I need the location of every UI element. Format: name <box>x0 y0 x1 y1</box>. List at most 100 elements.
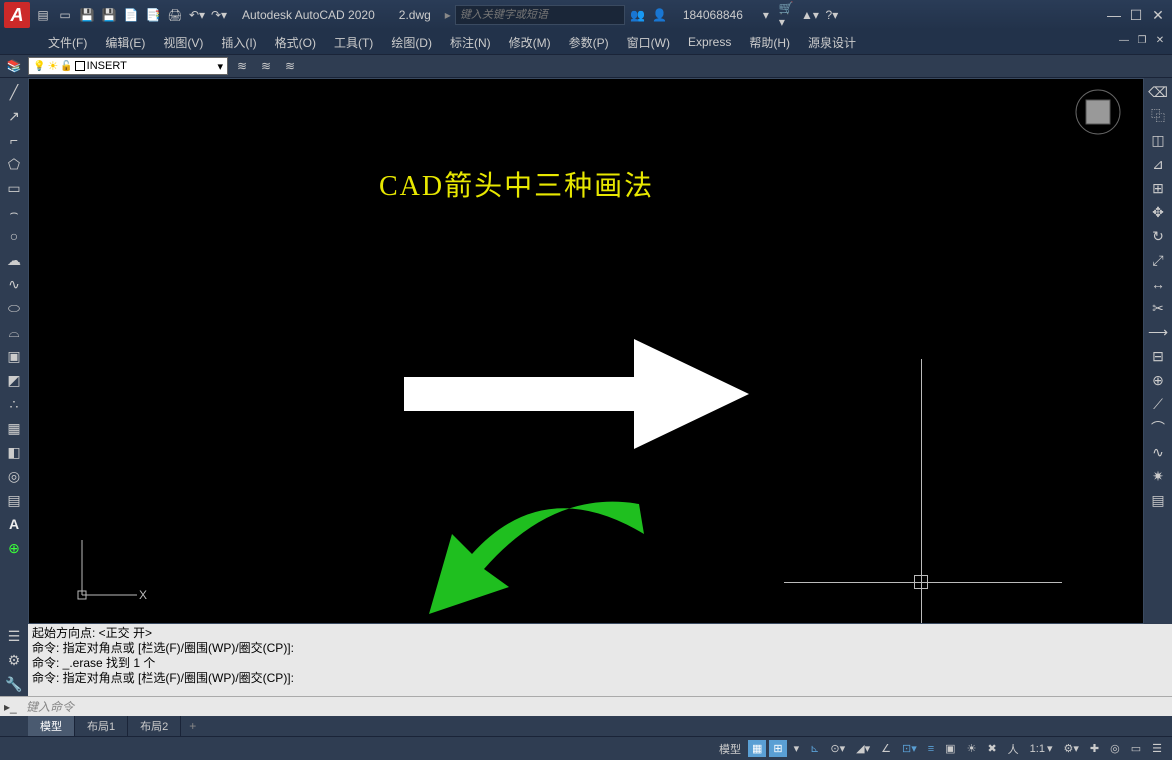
sb-infer-icon[interactable]: ▾ <box>790 740 804 757</box>
menu-tools[interactable]: 工具(T) <box>326 32 381 53</box>
tab-model[interactable]: 模型 <box>28 716 75 736</box>
table-icon[interactable]: ▤ <box>4 490 24 510</box>
gradient-icon[interactable]: ◧ <box>4 442 24 462</box>
layer-properties-icon[interactable]: 📚 <box>4 56 24 76</box>
menu-view[interactable]: 视图(V) <box>155 32 211 53</box>
addselected-icon[interactable]: ⊕ <box>4 538 24 558</box>
user-icon[interactable]: 👤 <box>651 6 669 24</box>
open-icon[interactable]: ▭ <box>56 6 74 24</box>
tab-layout2[interactable]: 布局2 <box>128 716 181 736</box>
maximize-button[interactable]: ☐ <box>1126 5 1146 25</box>
sb-osnap-icon[interactable]: ∠ <box>877 740 895 757</box>
command-input-row[interactable]: ▸_ 键入命令 <box>0 696 1172 716</box>
apps-icon[interactable]: ▲▾ <box>801 6 819 24</box>
blend-icon[interactable]: ∿ <box>1148 442 1168 462</box>
sb-grid-icon[interactable]: ▦ <box>748 740 766 757</box>
sb-polar-icon[interactable]: ⊙▾ <box>826 740 849 757</box>
doc-restore[interactable]: ❐ <box>1134 32 1150 48</box>
new-icon[interactable]: ▤ <box>34 6 52 24</box>
fillet-icon[interactable]: ⌒ <box>1148 418 1168 438</box>
arc-icon[interactable]: ⌢ <box>4 202 24 222</box>
menu-edit[interactable]: 编辑(E) <box>97 32 153 53</box>
make-block-icon[interactable]: ◩ <box>4 370 24 390</box>
print-icon[interactable]: 🖨 <box>166 6 184 24</box>
menu-express[interactable]: Express <box>680 33 739 51</box>
doc-close[interactable]: ✕ <box>1152 32 1168 48</box>
cart-icon[interactable]: 🛒▾ <box>779 6 797 24</box>
sb-iso-icon[interactable]: ◢▾ <box>852 740 874 757</box>
revcloud-icon[interactable]: ☁ <box>4 250 24 270</box>
xline-icon[interactable]: ↗ <box>4 106 24 126</box>
saveas-icon[interactable]: 💾 <box>100 6 118 24</box>
sb-clean-icon[interactable]: ☰ <box>1148 740 1166 757</box>
array-icon[interactable]: ⊞ <box>1148 178 1168 198</box>
sb-otrack-icon[interactable]: ⊡▾ <box>898 740 921 757</box>
dropdown-icon[interactable]: ▾ <box>757 6 775 24</box>
redo-icon[interactable]: ↷▾ <box>210 6 228 24</box>
menu-insert[interactable]: 插入(I) <box>213 32 264 53</box>
undo-icon[interactable]: ↶▾ <box>188 6 206 24</box>
menu-dimension[interactable]: 标注(N) <box>442 32 499 53</box>
sb-quick-icon[interactable]: ◎ <box>1106 740 1124 757</box>
sb-ortho-icon[interactable]: ⊾ <box>806 740 823 757</box>
search-input[interactable] <box>455 5 625 25</box>
circle-icon[interactable]: ○ <box>4 226 24 246</box>
sb-add-icon[interactable]: ✚ <box>1086 740 1103 757</box>
sb-people-icon[interactable]: 人 <box>1004 739 1023 759</box>
layer-dropdown[interactable]: 💡 ☀ 🔓 INSERT ▾ <box>28 57 228 75</box>
region-icon[interactable]: ◎ <box>4 466 24 486</box>
cmd-history-icon[interactable]: ☰ <box>4 626 24 646</box>
explode-icon[interactable]: ✷ <box>1148 466 1168 486</box>
line-icon[interactable]: ╱ <box>4 82 24 102</box>
app-logo[interactable]: A <box>4 2 30 28</box>
scale-icon[interactable]: ⤢ <box>1148 250 1168 270</box>
menu-format[interactable]: 格式(O) <box>267 32 324 53</box>
sb-gear-icon[interactable]: ⚙▾ <box>1060 740 1083 757</box>
pline-icon[interactable]: ⌐ <box>4 130 24 150</box>
cmd-customize-icon[interactable]: ⚙ <box>4 650 24 670</box>
drawing-canvas[interactable]: CAD箭头中三种画法 X Y <box>28 78 1144 624</box>
plot-icon[interactable]: 📄 <box>122 6 140 24</box>
stretch-icon[interactable]: ↔ <box>1148 274 1168 294</box>
menu-parametric[interactable]: 参数(P) <box>561 32 617 53</box>
sb-model[interactable]: 模型 <box>715 739 745 759</box>
help-icon[interactable]: ?▾ <box>823 6 841 24</box>
menu-modify[interactable]: 修改(M) <box>501 32 559 53</box>
menu-yuanquan[interactable]: 源泉设计 <box>800 32 864 53</box>
doc-minimize[interactable]: — <box>1116 32 1132 48</box>
sb-lwt-icon[interactable]: ≡ <box>924 741 938 757</box>
trim-icon[interactable]: ✂ <box>1148 298 1168 318</box>
move-icon[interactable]: ✥ <box>1148 202 1168 222</box>
insert-block-icon[interactable]: ▣ <box>4 346 24 366</box>
offset-icon[interactable]: ⊿ <box>1148 154 1168 174</box>
signin-icon[interactable]: 👥 <box>629 6 647 24</box>
join-icon[interactable]: ⊕ <box>1148 370 1168 390</box>
sb-snap-icon[interactable]: ⊞ <box>769 740 786 757</box>
rectangle-icon[interactable]: ▭ <box>4 178 24 198</box>
layer-match-icon[interactable]: ≋ <box>232 56 252 76</box>
sb-max-icon[interactable]: ▭ <box>1127 740 1145 757</box>
layer-state-icon[interactable]: ≋ <box>280 56 300 76</box>
cmd-wrench-icon[interactable]: 🔧 <box>4 674 24 694</box>
save-icon[interactable]: 💾 <box>78 6 96 24</box>
sb-scale[interactable]: 1:1▾ <box>1026 740 1057 757</box>
polygon-icon[interactable]: ⬠ <box>4 154 24 174</box>
viewcube[interactable] <box>1073 87 1123 137</box>
menu-window[interactable]: 窗口(W) <box>619 32 678 53</box>
user-name[interactable]: 184068846 <box>683 8 743 22</box>
command-history[interactable]: 起始方向点: <正交 开> 命令: 指定对角点或 [栏选(F)/圈围(WP)/圈… <box>28 624 1172 696</box>
extend-icon[interactable]: ⟶ <box>1148 322 1168 342</box>
mtext-icon[interactable]: A <box>4 514 24 534</box>
sb-tran-icon[interactable]: ▣ <box>941 740 959 757</box>
publish-icon[interactable]: 📑 <box>144 6 162 24</box>
copy-icon[interactable]: ⿻ <box>1148 106 1168 126</box>
menu-help[interactable]: 帮助(H) <box>741 32 798 53</box>
menu-file[interactable]: 文件(F) <box>40 32 95 53</box>
tab-add[interactable]: + <box>181 717 204 735</box>
mirror-icon[interactable]: ◫ <box>1148 130 1168 150</box>
sb-cycle-icon[interactable]: ☀ <box>963 740 981 757</box>
point-icon[interactable]: ∴ <box>4 394 24 414</box>
ellipse-icon[interactable]: ⬭ <box>4 298 24 318</box>
draworder-icon[interactable]: ▤ <box>1148 490 1168 510</box>
rotate-icon[interactable]: ↻ <box>1148 226 1168 246</box>
